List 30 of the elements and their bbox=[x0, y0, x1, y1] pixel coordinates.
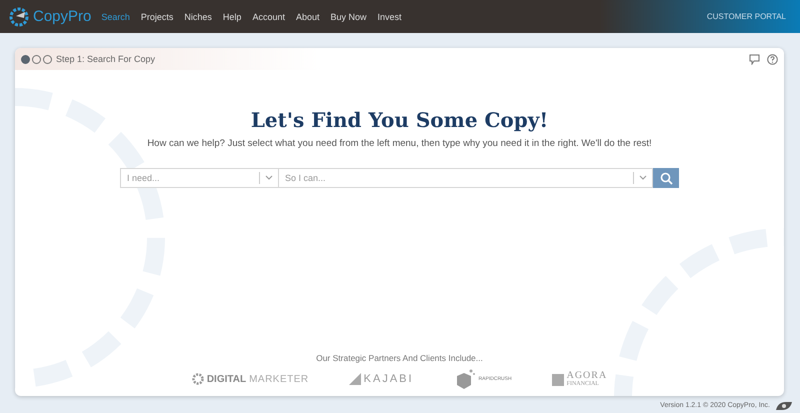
page-heading: Let's Find You Some Copy! bbox=[250, 108, 548, 132]
nav-link[interactable]: Buy Now bbox=[330, 12, 367, 22]
logo-text: MARKETER bbox=[249, 374, 309, 384]
partners-caption: Our Strategic Partners And Clients Include... bbox=[316, 353, 483, 363]
customer-portal-link[interactable]: CUSTOMER PORTAL bbox=[700, 11, 792, 22]
panel-title: Step 1: Search For Copy bbox=[56, 54, 156, 64]
brand-name: CopyPro bbox=[33, 8, 92, 25]
chat-icon[interactable] bbox=[748, 54, 760, 64]
nav-link[interactable]: Search bbox=[101, 12, 130, 22]
building-icon bbox=[552, 372, 564, 386]
reason-input[interactable]: So I can... bbox=[279, 173, 633, 183]
gear-logo-icon bbox=[8, 6, 30, 28]
search-button[interactable] bbox=[653, 168, 679, 188]
nav-link[interactable]: Help bbox=[222, 12, 242, 22]
nav-link[interactable]: Niches bbox=[184, 12, 212, 22]
k-mark-icon bbox=[348, 373, 361, 385]
nav-link[interactable]: Account bbox=[252, 12, 285, 22]
reason-dropdown[interactable]: So I can... bbox=[279, 168, 653, 188]
need-dropdown[interactable]: I need... bbox=[120, 168, 279, 188]
nav-link[interactable]: Projects bbox=[140, 12, 174, 22]
logo-text: DIGITAL bbox=[206, 374, 246, 384]
need-input[interactable]: I need... bbox=[121, 173, 259, 183]
nav-link[interactable]: About bbox=[296, 12, 320, 22]
logo-text: KAJABI bbox=[364, 373, 414, 385]
subtitle: How can we help? Just select what you need from the left menu, then type why you need it in the right. We'll do the rest! bbox=[147, 138, 652, 149]
gear-icon bbox=[192, 373, 204, 385]
help-icon[interactable] bbox=[767, 54, 778, 64]
nav-link[interactable]: Invest bbox=[378, 12, 402, 22]
search-icon bbox=[660, 172, 672, 184]
logo-text: AGORA bbox=[566, 371, 608, 381]
